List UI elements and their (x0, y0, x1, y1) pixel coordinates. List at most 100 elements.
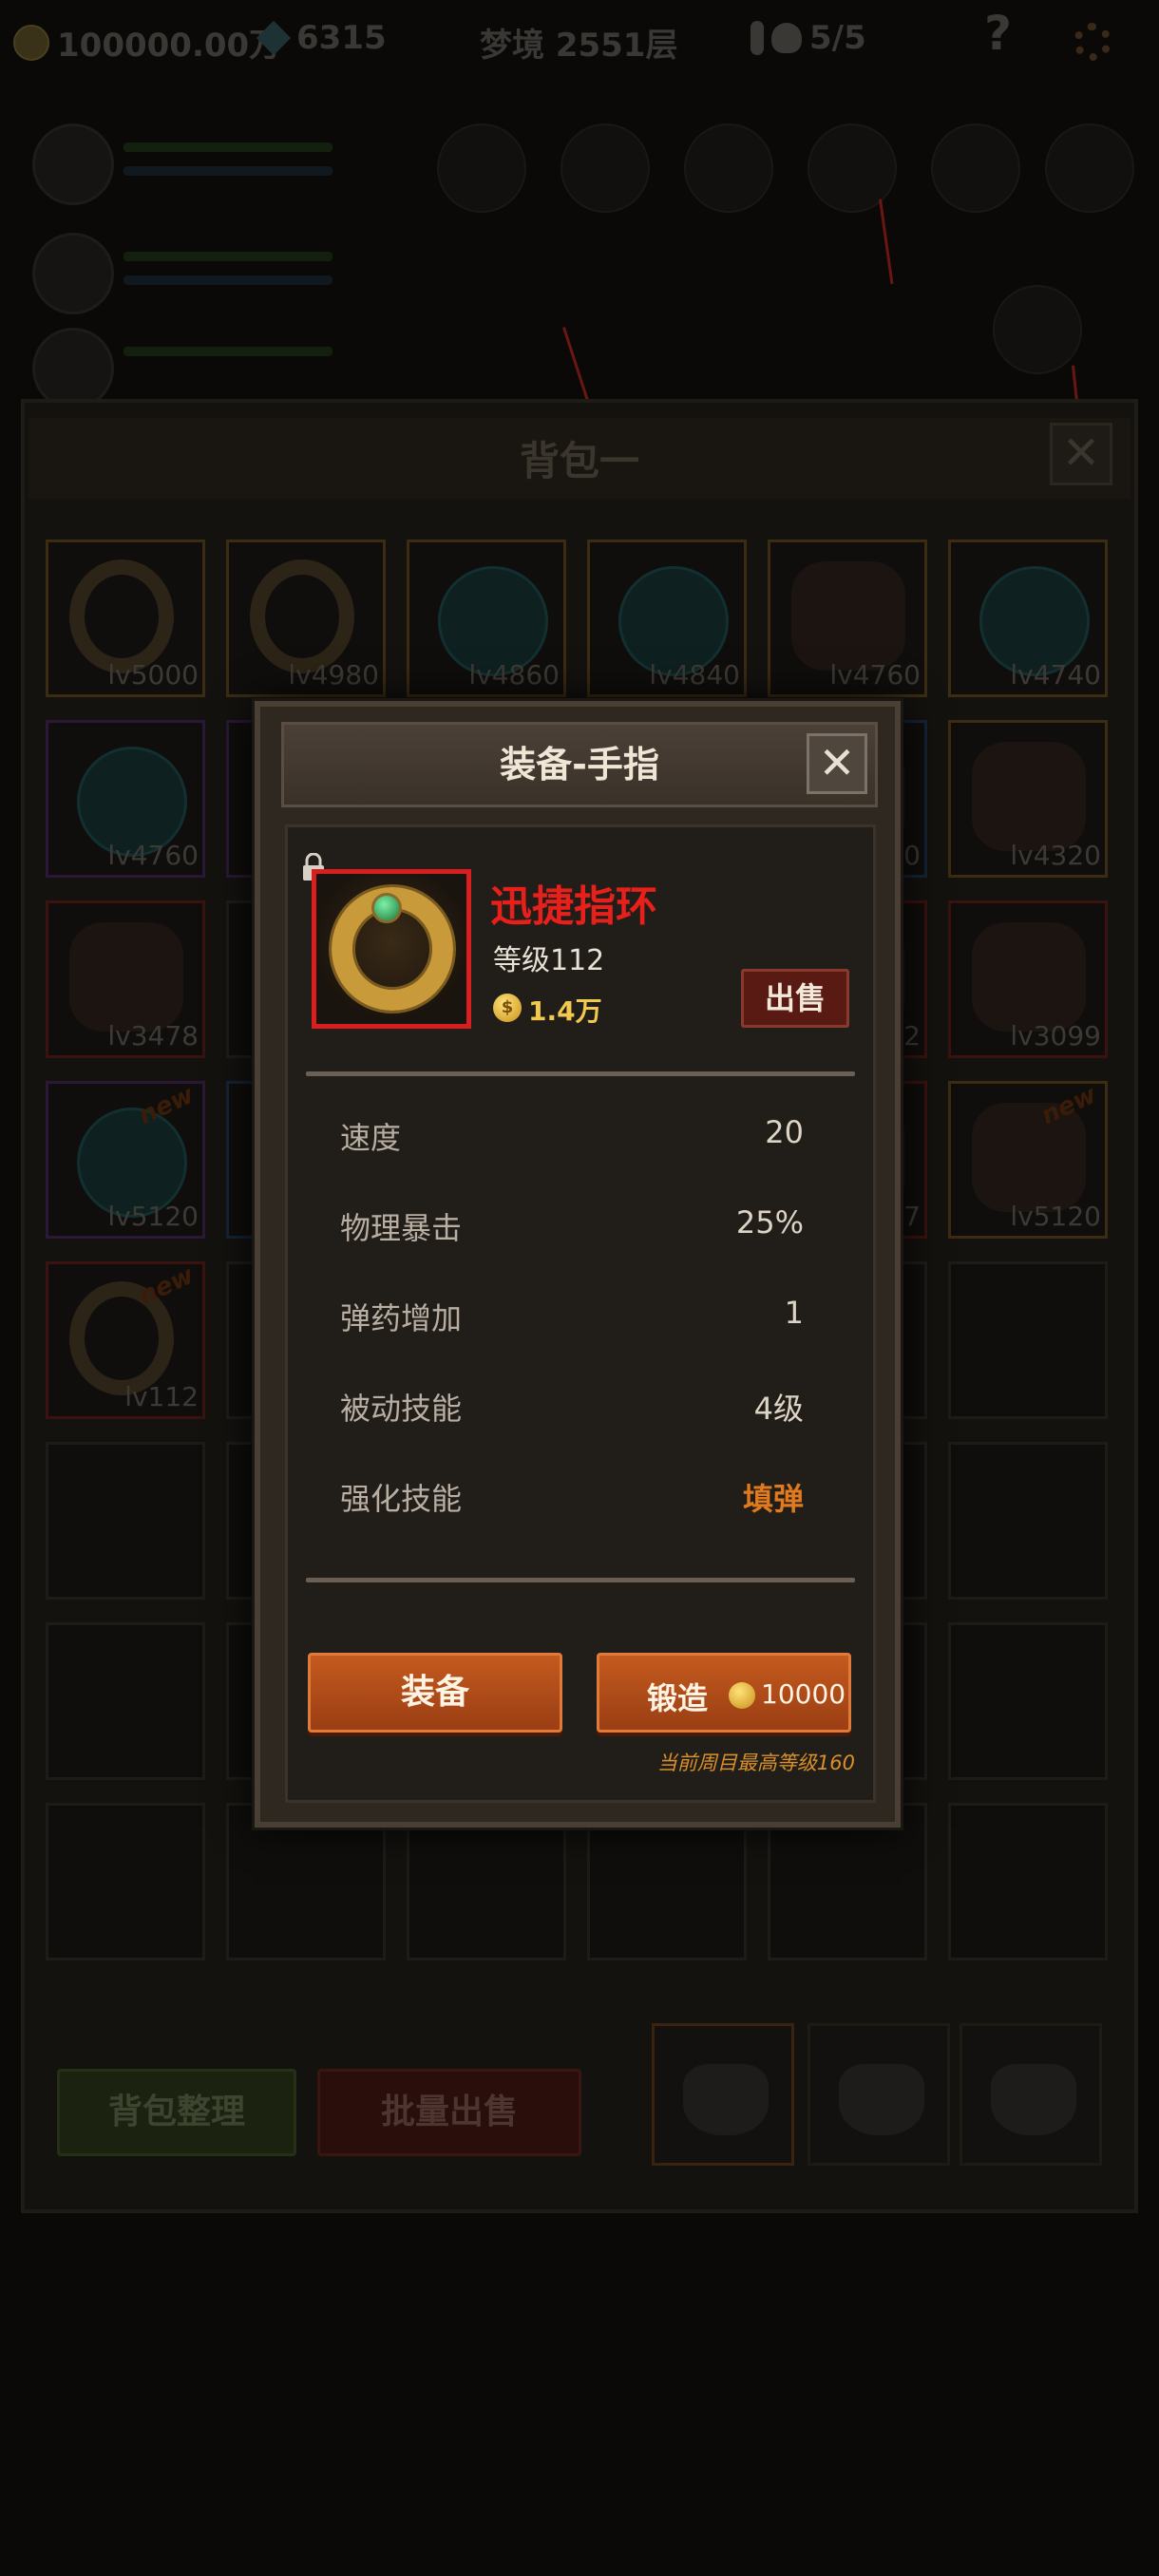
gold-amount: 100000.00万 (57, 27, 282, 65)
bag-tab-3[interactable] (960, 2023, 1102, 2166)
bag-slot[interactable] (948, 1803, 1108, 1960)
settings-button[interactable] (1074, 23, 1112, 61)
hero-avatar[interactable] (32, 328, 114, 409)
hero-hp-bar (124, 347, 332, 356)
bag-slot[interactable]: lv4840 (587, 540, 747, 697)
keys-counter: 5/5 (750, 19, 866, 57)
stat-label: 速度 (340, 1120, 402, 1156)
stat-value: 4级 (753, 1391, 804, 1427)
bag-slot[interactable] (46, 1803, 205, 1960)
hero-mp-bar (124, 275, 332, 285)
stat-value: 1 (784, 1295, 804, 1331)
bag-slot[interactable]: new lv5120 (948, 1081, 1108, 1239)
bag-slot[interactable]: lv5000 (46, 540, 205, 697)
glove-icon (791, 561, 905, 671)
item-level-label: lv4760 (107, 840, 199, 871)
coin-icon (13, 24, 49, 61)
bag-sack-icon (839, 2064, 924, 2135)
rain-streak (879, 199, 894, 285)
help-button[interactable]: ? (984, 6, 1012, 61)
gem-counter: 6315 (256, 19, 387, 57)
item-sell-price: 1.4万 (528, 995, 602, 1027)
dialog-title: 装备-手指 (500, 744, 659, 786)
stat-value: 20 (765, 1114, 804, 1150)
item-level-label: lv5120 (1010, 1201, 1101, 1232)
stat-value: 填弹 (742, 1481, 804, 1517)
stat-row: 物理暴击 25% (340, 1197, 804, 1254)
new-badge: new (134, 1260, 199, 1312)
bag-sack-icon (991, 2064, 1076, 2135)
sell-button[interactable]: 出售 (741, 969, 849, 1028)
divider (306, 1071, 855, 1076)
skill-slot[interactable] (560, 123, 650, 213)
skill-slot[interactable] (808, 123, 897, 213)
stat-value: 25% (735, 1204, 804, 1241)
ring-icon (69, 559, 174, 673)
key-icon (750, 21, 764, 55)
bag-tab-2[interactable] (808, 2023, 950, 2166)
bag-slot[interactable]: lv3099 (948, 900, 1108, 1058)
stage-label: 梦境 2551层 (480, 19, 677, 66)
bulk-sell-button[interactable]: 批量出售 (317, 2069, 581, 2156)
stat-label: 强化技能 (340, 1481, 463, 1517)
skill-slot[interactable] (684, 123, 773, 213)
forge-cost: 10000 (761, 1678, 846, 1710)
skill-slot[interactable] (993, 285, 1082, 374)
item-level-label: lv3478 (107, 1020, 199, 1051)
item-level-label: lv4760 (829, 659, 921, 691)
skill-slot[interactable] (437, 123, 526, 213)
hero-avatar[interactable] (32, 233, 114, 314)
item-level-label: lv5120 (107, 1201, 199, 1232)
item-level-label: lv3099 (1010, 1020, 1101, 1051)
equip-button[interactable]: 装备 (308, 1653, 562, 1733)
gem-stone-icon (371, 893, 402, 923)
sort-bag-button[interactable]: 背包整理 (57, 2069, 296, 2156)
bag-slot[interactable]: lv4760 (768, 540, 927, 697)
skill-slot[interactable] (1045, 123, 1134, 213)
settings-icon (1074, 23, 1112, 61)
hero-avatar[interactable] (32, 123, 114, 205)
stat-row: 速度 20 (340, 1107, 804, 1164)
stat-row: 弹药增加 1 (340, 1287, 804, 1344)
top-hud: 100000.00万 6315 梦境 2551层 5/5 ? (0, 0, 1159, 90)
armor-icon (972, 922, 1086, 1032)
item-level-label: lv4980 (288, 659, 379, 691)
bag-sack-icon (683, 2064, 769, 2135)
help-icon: ? (984, 6, 1013, 61)
stat-label: 被动技能 (340, 1391, 463, 1427)
bag-slot[interactable] (948, 1261, 1108, 1419)
keys-count: 5/5 (809, 19, 866, 57)
gem-amount: 6315 (296, 19, 387, 57)
hero-hp-bar (124, 252, 332, 261)
forge-button[interactable]: 锻造 10000 (597, 1653, 851, 1733)
ring-icon (250, 559, 354, 673)
stage-text: 梦境 2551层 (480, 27, 678, 65)
bag-slot[interactable]: lv3478 (46, 900, 205, 1058)
bag-slot[interactable]: lv4860 (407, 540, 566, 697)
item-level-label: lv112 (124, 1381, 199, 1412)
skull-icon (771, 23, 802, 53)
bag-slot[interactable]: lv4740 (948, 540, 1108, 697)
gold-counter: 100000.00万 (13, 19, 281, 66)
bag-close-button[interactable]: ✕ (1050, 423, 1112, 485)
divider (306, 1578, 855, 1582)
item-level-label: lv4860 (468, 659, 560, 691)
bag-slot[interactable]: new lv112 (46, 1261, 205, 1419)
item-level-label: lv4320 (1010, 840, 1101, 871)
bag-slot[interactable] (46, 1442, 205, 1600)
skill-slot[interactable] (931, 123, 1020, 213)
bag-slot[interactable]: lv4320 (948, 720, 1108, 878)
dialog-close-button[interactable]: ✕ (807, 733, 867, 794)
coin-icon (729, 1682, 755, 1709)
bag-slot[interactable]: new lv5120 (46, 1081, 205, 1239)
bag-tab-1[interactable] (652, 2023, 794, 2166)
bag-slot[interactable] (948, 1442, 1108, 1600)
bag-slot[interactable]: lv4980 (226, 540, 386, 697)
bag-slot[interactable]: lv4760 (46, 720, 205, 878)
stat-row: 被动技能 4级 (340, 1377, 804, 1434)
forge-label: 锻造 (647, 1680, 709, 1716)
item-name: 迅捷指环 (490, 882, 657, 931)
bag-slot[interactable] (46, 1622, 205, 1780)
bag-slot[interactable] (948, 1622, 1108, 1780)
max-level-note: 当前周目最高等级160 (656, 1752, 855, 1774)
